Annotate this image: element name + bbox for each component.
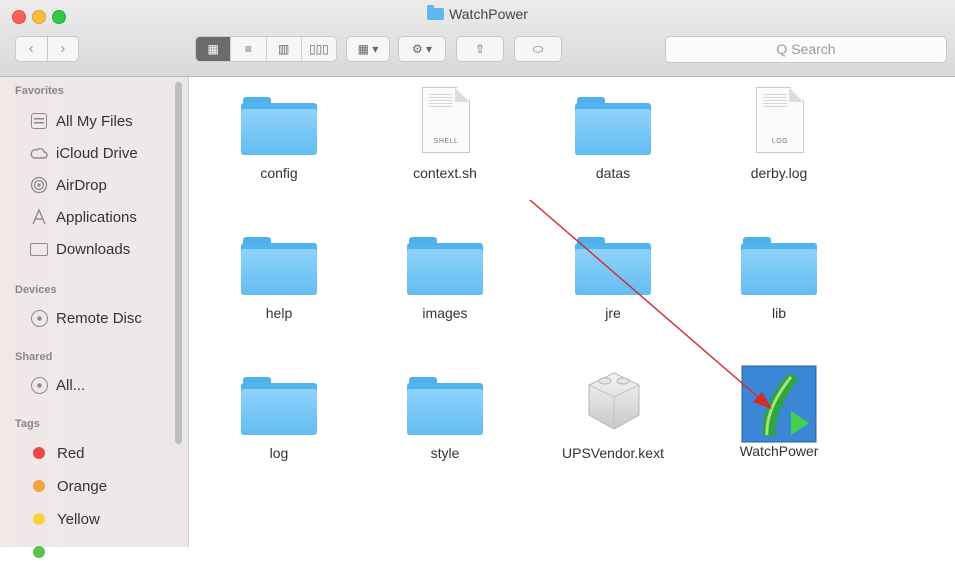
watchpower-app-icon xyxy=(741,365,817,443)
window-toolbar: WatchPower ‹ › ▦ ≡ ▥ ▯▯▯ ▦ ▾ ⚙ ▾ ⇧ ⬭ Q S… xyxy=(0,0,955,77)
sidebar-item-tag-green-partial[interactable] xyxy=(30,539,57,565)
file-name: style xyxy=(430,445,460,461)
column-view-button[interactable]: ▥ xyxy=(265,37,301,61)
sidebar-heading-favorites: Favorites xyxy=(15,85,64,97)
list-view-button[interactable]: ≡ xyxy=(230,37,265,61)
arrange-button[interactable]: ▦ ▾ xyxy=(346,36,390,62)
sidebar-scrollbar[interactable] xyxy=(175,82,182,444)
cloud-icon xyxy=(30,144,48,162)
back-button[interactable]: ‹ xyxy=(16,37,47,61)
log-file-icon: LOG xyxy=(756,87,804,153)
sidebar-item-label: Orange xyxy=(57,477,108,495)
all-files-icon xyxy=(30,112,48,130)
sidebar-item-tag-yellow[interactable]: Yellow xyxy=(30,506,100,532)
folder-icon xyxy=(575,97,651,155)
file-item-datas[interactable]: datas xyxy=(553,87,673,181)
sidebar-item-shared-all[interactable]: All... xyxy=(30,372,85,398)
file-name: context.sh xyxy=(413,165,477,181)
file-name: config xyxy=(260,165,298,181)
sidebar-item-label: Yellow xyxy=(57,510,100,528)
folder-icon xyxy=(241,377,317,435)
network-icon xyxy=(30,376,48,394)
sidebar-item-tag-red[interactable]: Red xyxy=(30,440,85,466)
folder-icon xyxy=(241,97,317,155)
file-item-lib[interactable]: lib xyxy=(719,227,839,321)
share-button[interactable]: ⇧ xyxy=(456,36,504,62)
folder-icon xyxy=(241,237,317,295)
file-name: WatchPower xyxy=(739,443,819,459)
folder-icon xyxy=(407,377,483,435)
window-title-text: WatchPower xyxy=(449,6,528,22)
navigation-buttons: ‹ › xyxy=(15,36,79,62)
file-name: UPSVendor.kext xyxy=(562,445,664,461)
file-item-upsvendor-kext[interactable]: UPSVendor.kext xyxy=(553,367,673,461)
sidebar-item-icloud-drive[interactable]: iCloud Drive xyxy=(30,140,138,166)
icon-view-button[interactable]: ▦ xyxy=(196,37,231,61)
file-item-log[interactable]: log xyxy=(219,367,339,461)
file-item-derby-log[interactable]: LOG derby.log xyxy=(719,87,839,181)
file-name: images xyxy=(422,305,468,321)
cover-flow-view-button[interactable]: ▯▯▯ xyxy=(300,37,336,61)
sidebar-heading-shared: Shared xyxy=(15,351,53,363)
forward-button[interactable]: › xyxy=(46,37,79,61)
file-item-help[interactable]: help xyxy=(219,227,339,321)
search-field[interactable]: Q Search xyxy=(665,36,947,63)
orange-tag-dot-icon xyxy=(33,480,45,492)
sidebar-item-label: All My Files xyxy=(56,112,133,130)
file-item-config[interactable]: config xyxy=(219,87,339,181)
sidebar-item-label: iCloud Drive xyxy=(56,144,138,162)
sidebar-item-tag-orange[interactable]: Orange xyxy=(30,473,107,499)
sidebar-item-label: Remote Disc xyxy=(56,309,142,327)
sidebar-item-label: Downloads xyxy=(56,240,131,258)
file-item-jre[interactable]: jre xyxy=(553,227,673,321)
file-item-style[interactable]: style xyxy=(385,367,505,461)
file-browser: config SHELL context.sh datas LOG derby.… xyxy=(189,77,955,547)
sidebar-heading-tags: Tags xyxy=(15,418,40,430)
folder-icon xyxy=(427,5,445,20)
red-tag-dot-icon xyxy=(33,447,45,459)
file-name: jre xyxy=(605,305,621,321)
file-name: log xyxy=(269,445,289,461)
sidebar-item-airdrop[interactable]: AirDrop xyxy=(30,172,107,198)
action-gear-button[interactable]: ⚙ ▾ xyxy=(398,36,446,62)
kernel-extension-icon xyxy=(588,372,640,430)
applications-icon xyxy=(30,208,48,226)
airdrop-icon xyxy=(30,176,48,194)
folder-icon xyxy=(575,237,651,295)
sidebar-heading-devices: Devices xyxy=(15,284,57,296)
sidebar-item-all-my-files[interactable]: All My Files xyxy=(30,108,133,134)
sidebar-item-label: AirDrop xyxy=(56,176,107,194)
sidebar-item-label: All... xyxy=(56,376,86,394)
file-name: datas xyxy=(595,165,631,181)
sidebar-item-downloads[interactable]: Downloads xyxy=(30,236,130,262)
sidebar-item-remote-disc[interactable]: Remote Disc xyxy=(30,305,142,331)
sidebar-item-label: Red xyxy=(57,444,85,462)
downloads-folder-icon xyxy=(30,240,48,258)
file-name: derby.log xyxy=(750,165,808,181)
folder-icon xyxy=(741,237,817,295)
sidebar: Favorites All My Files iCloud Drive AirD… xyxy=(0,77,189,558)
window-title: WatchPower xyxy=(0,5,955,22)
file-type-tag: SHELL xyxy=(433,138,459,145)
yellow-tag-dot-icon xyxy=(33,513,45,525)
file-name: help xyxy=(265,305,293,321)
sidebar-item-label: Applications xyxy=(56,208,137,226)
folder-icon xyxy=(407,237,483,295)
disc-icon xyxy=(30,309,48,327)
file-item-context-sh[interactable]: SHELL context.sh xyxy=(385,87,505,181)
file-item-images[interactable]: images xyxy=(385,227,505,321)
shell-script-icon: SHELL xyxy=(422,87,470,153)
edit-tags-button[interactable]: ⬭ xyxy=(514,36,562,62)
green-tag-dot-icon xyxy=(33,546,45,558)
sidebar-item-applications[interactable]: Applications xyxy=(30,204,137,230)
file-name: lib xyxy=(771,305,786,321)
view-mode-selector: ▦ ≡ ▥ ▯▯▯ xyxy=(195,36,337,62)
file-item-watchpower-app[interactable]: WatchPower xyxy=(719,365,839,459)
file-type-tag: LOG xyxy=(771,138,789,145)
